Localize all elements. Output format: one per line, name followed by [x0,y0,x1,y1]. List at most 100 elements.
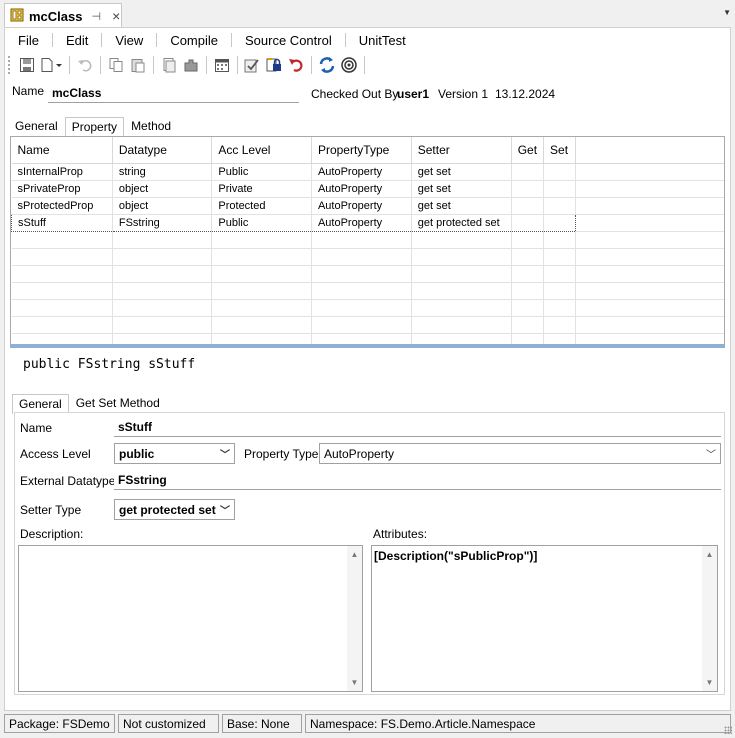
attributes-memo[interactable]: [Description("sPublicProp")] ▲ ▼ [371,545,718,692]
description-memo[interactable]: ▲ ▼ [18,545,363,692]
calendar-icon[interactable] [212,54,232,76]
access-level-select[interactable]: public ﹀ [114,443,235,464]
undo-icon[interactable] [75,54,95,76]
menu-file[interactable]: File [5,33,52,48]
version-label: Version 1 [438,87,489,101]
splitter-bar[interactable] [10,344,725,348]
cell-name[interactable]: sStuff [11,213,113,232]
column-header-name[interactable]: Name [11,137,113,164]
cell-property-type[interactable]: AutoProperty [311,197,412,215]
cell-datatype[interactable]: object [112,180,213,198]
tab-general[interactable]: General [8,116,65,136]
checkout-icon[interactable] [242,54,262,76]
property-name-input[interactable] [114,417,721,437]
setter-type-select[interactable]: get protected set ﹀ [114,499,235,520]
cell-filler [575,163,724,181]
lock-icon[interactable] [264,54,284,76]
cell-set[interactable] [543,197,577,215]
tab-get-set-method[interactable]: Get Set Method [69,393,167,413]
name-label: Name [12,84,45,98]
column-header-set[interactable]: Set [543,137,577,164]
cell-property-type[interactable]: AutoProperty [311,180,412,198]
tab-detail-general[interactable]: General [12,394,69,414]
cell-get[interactable] [511,197,545,215]
column-header-property-type[interactable]: PropertyType [311,137,412,164]
menu-source-control[interactable]: Source Control [232,33,345,48]
chevron-down-icon: ﹀ [706,450,716,461]
cell-setter[interactable]: get set [411,163,512,181]
table-row[interactable]: sProtectedProp object Protected AutoProp… [11,197,724,215]
column-header-datatype[interactable]: Datatype [112,137,213,164]
cell-name[interactable]: sInternalProp [11,163,113,181]
class-name-input[interactable] [48,84,299,103]
scroll-up-icon[interactable]: ▲ [351,546,359,563]
menu-unittest[interactable]: UnitTest [346,33,419,48]
column-header-setter[interactable]: Setter [411,137,512,164]
toolbar-separator [69,56,71,74]
attributes-text[interactable]: [Description("sPublicProp")] [372,546,702,691]
description-text[interactable] [19,546,347,691]
scroll-down-icon[interactable]: ▼ [706,674,714,691]
status-base: Base: None [222,714,302,733]
copy-icon[interactable] [106,54,126,76]
table-row[interactable]: sPrivateProp object Private AutoProperty… [11,180,724,198]
property-type-select[interactable]: AutoProperty ﹀ [319,443,721,464]
column-header-acc-level[interactable]: Acc Level [211,137,312,164]
cell-setter[interactable]: get set [411,180,512,198]
status-namespace: Namespace: FS.Demo.Article.Namespace [305,714,731,733]
tab-method[interactable]: Method [124,116,178,136]
column-header-get[interactable]: Get [511,137,545,164]
menu-edit[interactable]: Edit [53,33,101,48]
cell-name[interactable]: sPrivateProp [11,180,113,198]
property-type-label: Property Type [244,447,319,461]
pin-icon[interactable]: ⊣ [91,10,101,23]
external-datatype-input[interactable] [114,470,721,490]
cell-datatype[interactable]: object [112,197,213,215]
document-tab-mcclass[interactable]: mcClass ⊣ × [4,3,122,28]
cell-acc-level[interactable]: Public [211,213,312,232]
detail-name-label: Name [20,421,53,435]
table-row[interactable]: sInternalProp string Public AutoProperty… [11,163,724,181]
cell-set[interactable] [543,180,577,198]
close-icon[interactable]: × [112,8,120,24]
cell-setter[interactable]: get set [411,197,512,215]
cell-datatype[interactable]: string [112,163,213,181]
cell-property-type[interactable]: AutoProperty [311,163,412,181]
refresh-icon[interactable] [317,54,337,76]
menu-view[interactable]: View [102,33,156,48]
toolbar-separator [205,56,207,74]
cell-get[interactable] [511,213,545,232]
table-row-selected[interactable]: sStuff FSstring Public AutoProperty get … [11,213,724,232]
chevron-down-icon: ﹀ [220,450,230,461]
toolbar-grip[interactable] [8,56,12,74]
cell-get[interactable] [511,180,545,198]
tab-list-dropdown-icon[interactable]: ▼ [723,8,731,17]
cell-get[interactable] [511,163,545,181]
attributes-scrollbar[interactable]: ▲ ▼ [702,546,717,691]
menu-compile[interactable]: Compile [157,33,231,48]
paste-icon[interactable] [128,54,148,76]
scroll-down-icon[interactable]: ▼ [351,674,359,691]
description-scrollbar[interactable]: ▲ ▼ [347,546,362,691]
cell-set[interactable] [543,163,577,181]
target-icon[interactable] [339,54,359,76]
save-icon[interactable] [17,54,37,76]
column-header-filler [575,137,724,164]
cell-name[interactable]: sProtectedProp [11,197,113,215]
revert-icon[interactable] [286,54,306,76]
menubar: File Edit View Compile Source Control Un… [5,30,730,50]
cell-setter[interactable]: get protected set [411,213,512,232]
cell-datatype[interactable]: FSstring [112,213,213,232]
cell-set[interactable] [543,213,577,232]
cell-property-type[interactable]: AutoProperty [311,213,412,232]
cell-acc-level[interactable]: Protected [211,197,312,215]
new-document-icon[interactable] [39,54,64,76]
scroll-up-icon[interactable]: ▲ [706,546,714,563]
cell-acc-level[interactable]: Private [211,180,312,198]
tab-property[interactable]: Property [64,117,125,137]
duplicate-icon[interactable] [159,54,179,76]
external-datatype-label: External Datatype [20,474,116,488]
cell-acc-level[interactable]: Public [211,163,312,181]
resize-grip[interactable] [724,726,732,734]
plugin-icon[interactable] [181,54,201,76]
